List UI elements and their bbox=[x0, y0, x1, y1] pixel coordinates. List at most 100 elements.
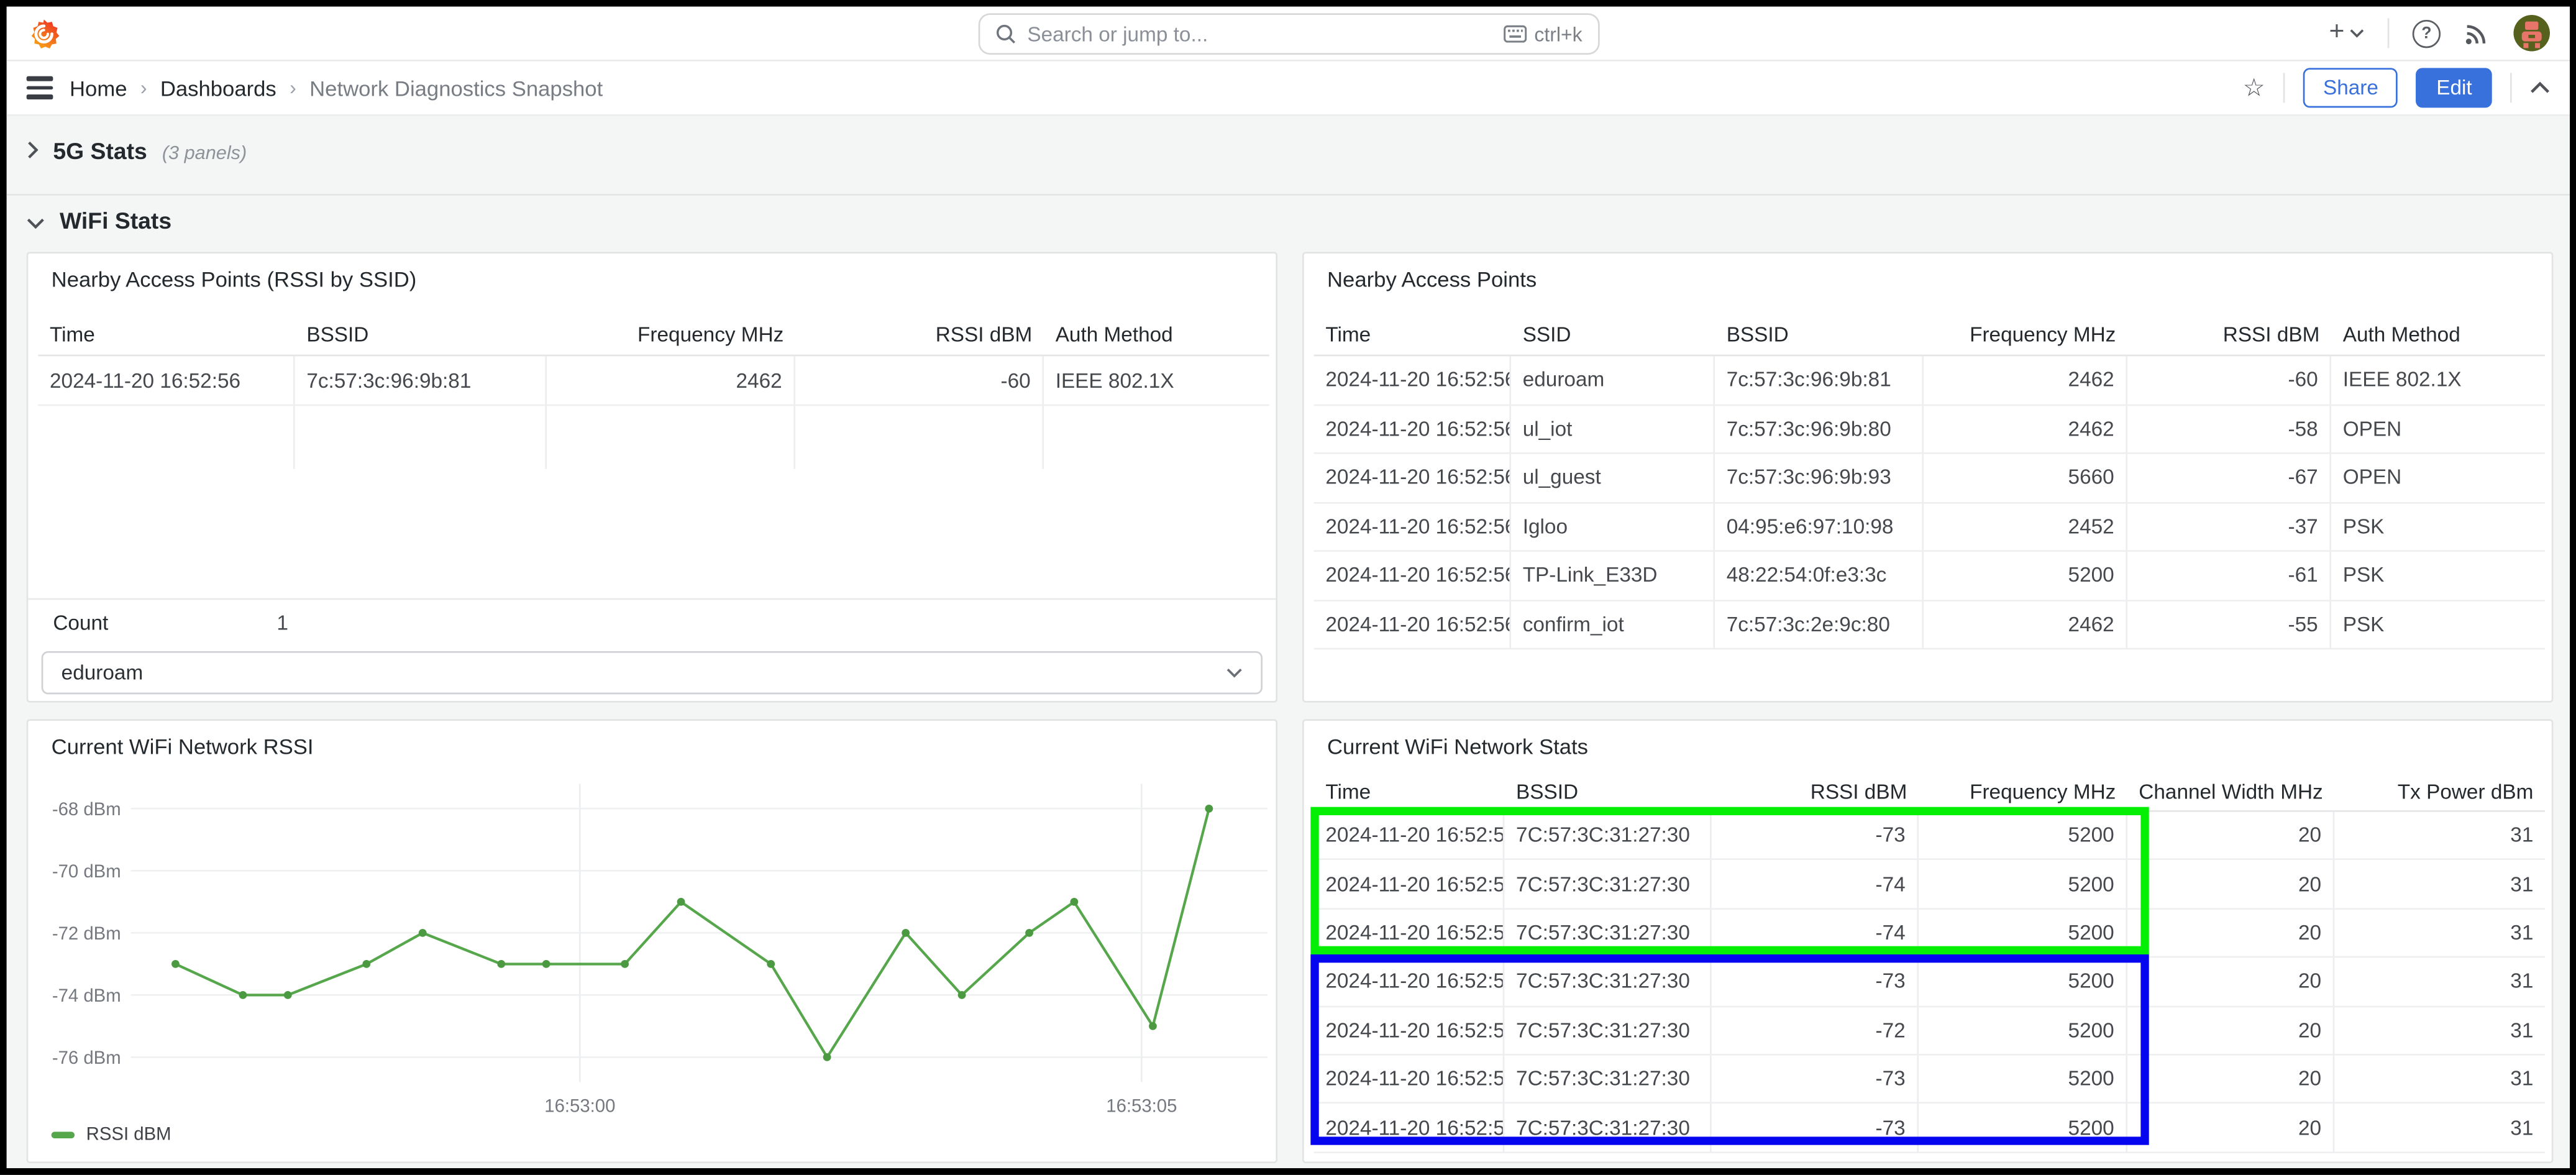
column-header[interactable]: Frequency MHz bbox=[547, 313, 795, 356]
column-header[interactable]: RSSI dBM bbox=[1712, 774, 1919, 812]
column-header[interactable]: BSSID bbox=[295, 313, 547, 356]
table-cell: 2024-11-20 16:52:56.2 bbox=[1314, 356, 1511, 405]
column-header[interactable]: Auth Method bbox=[1044, 313, 1269, 356]
table-cell: 2024-11-20 16:52:56.2 bbox=[1314, 552, 1511, 601]
edit-button[interactable]: Edit bbox=[2416, 68, 2492, 107]
keyboard-icon bbox=[1504, 25, 1527, 43]
svg-text:16:53:00: 16:53:00 bbox=[544, 1095, 615, 1116]
breadcrumb-current: Network Diagnostics Snapshot bbox=[309, 75, 603, 100]
table-cell: 5200 bbox=[1919, 1056, 2127, 1104]
table-cell: 20 bbox=[2127, 958, 2334, 1007]
breadcrumb-home[interactable]: Home bbox=[70, 75, 127, 100]
row-title[interactable]: 5G Stats bbox=[53, 137, 147, 164]
svg-text:-70 dBm: -70 dBm bbox=[52, 861, 121, 882]
share-button[interactable]: Share bbox=[2303, 68, 2398, 107]
table-cell: IEEE 802.1X bbox=[1044, 356, 1269, 406]
column-header[interactable]: Auth Method bbox=[2331, 313, 2545, 356]
column-header[interactable]: Tx Power dBm bbox=[2334, 774, 2545, 812]
app-window: Search or jump to... ctrl+k + ? Home › D… bbox=[0, 0, 2576, 1175]
column-header[interactable]: Time bbox=[38, 313, 295, 356]
column-header[interactable]: Channel Width MHz bbox=[2127, 774, 2334, 812]
table-cell: 20 bbox=[2127, 1007, 2334, 1055]
table-cell: 31 bbox=[2334, 1056, 2545, 1104]
table-cell: -61 bbox=[2127, 552, 2331, 601]
menu-hamburger-icon[interactable] bbox=[27, 76, 53, 99]
column-header[interactable]: BSSID bbox=[1715, 313, 1924, 356]
search-placeholder: Search or jump to... bbox=[1027, 22, 1208, 45]
table: TimeSSIDBSSIDFrequency MHzRSSI dBMAuth M… bbox=[1314, 313, 2542, 649]
panel-title[interactable]: Nearby Access Points bbox=[1304, 254, 2552, 306]
table-cell: -37 bbox=[2127, 503, 2331, 552]
table-cell: 2462 bbox=[1924, 356, 2127, 405]
column-header[interactable]: BSSID bbox=[1504, 774, 1711, 812]
svg-text:16:53:05: 16:53:05 bbox=[1106, 1095, 1177, 1116]
table-cell: 5200 bbox=[1919, 1104, 2127, 1153]
svg-text:-76 dBm: -76 dBm bbox=[52, 1048, 121, 1068]
collapse-chevron-up-icon[interactable] bbox=[2530, 81, 2550, 94]
divider bbox=[2510, 73, 2512, 103]
new-dashboard-button[interactable]: + bbox=[2329, 18, 2364, 48]
table-cell: 2024-11-20 16:52:56.2 bbox=[1314, 503, 1511, 552]
table-cell: -67 bbox=[2127, 454, 2331, 503]
table-cell: 5200 bbox=[1919, 1007, 2127, 1055]
ssid-select-dropdown[interactable]: eduroam bbox=[42, 651, 1263, 694]
table-cell: 31 bbox=[2334, 909, 2545, 958]
row-5g-stats[interactable]: 5G Stats (3 panels) bbox=[27, 137, 247, 164]
table: TimeBSSIDFrequency MHzRSSI dBMAuth Metho… bbox=[38, 313, 1266, 469]
empty-cell bbox=[547, 406, 795, 469]
table: TimeBSSIDRSSI dBMFrequency MHzChannel Wi… bbox=[1314, 774, 2542, 1153]
column-header[interactable]: RSSI dBM bbox=[795, 313, 1044, 356]
empty-cell bbox=[1044, 406, 1269, 469]
table-cell: -55 bbox=[2127, 601, 2331, 650]
column-header[interactable]: Time bbox=[1314, 774, 1505, 812]
panel-nearby-rssi-by-ssid: Nearby Access Points (RSSI by SSID) Time… bbox=[27, 252, 1277, 702]
table-cell: -60 bbox=[795, 356, 1044, 406]
breadcrumb-dashboards[interactable]: Dashboards bbox=[160, 75, 276, 100]
row-title[interactable]: WiFi Stats bbox=[60, 207, 171, 234]
table-cell: -60 bbox=[2127, 356, 2331, 405]
table-cell: 7c:57:3c:96:9b:80 bbox=[1715, 405, 1924, 454]
panel-current-wifi-stats: Current WiFi Network Stats TimeBSSIDRSSI… bbox=[1302, 719, 2553, 1163]
table-cell: 7C:57:3C:31:27:30 bbox=[1504, 812, 1711, 861]
panel-rssi-chart: Current WiFi Network RSSI -68 dBm-70 dBm… bbox=[27, 719, 1277, 1163]
divider bbox=[2388, 18, 2390, 48]
table-cell: OPEN bbox=[2331, 405, 2545, 454]
table-cell: -74 bbox=[1712, 861, 1919, 909]
top-bar: Search or jump to... ctrl+k + ? bbox=[7, 7, 2570, 62]
shortcut-label: ctrl+k bbox=[1534, 22, 1582, 45]
row-wifi-stats[interactable]: WiFi Stats bbox=[27, 207, 171, 234]
legend-swatch bbox=[52, 1132, 75, 1138]
column-header[interactable]: SSID bbox=[1511, 313, 1715, 356]
chart-legend[interactable]: RSSI dBM bbox=[52, 1125, 171, 1145]
table-cell: 20 bbox=[2127, 861, 2334, 909]
table-cell: Igloo bbox=[1511, 503, 1715, 552]
column-header[interactable]: Frequency MHz bbox=[1924, 313, 2127, 356]
divider bbox=[2283, 73, 2285, 103]
search-input[interactable]: Search or jump to... ctrl+k bbox=[977, 13, 1599, 55]
table-cell: 7C:57:3C:31:27:30 bbox=[1504, 1056, 1711, 1104]
column-header[interactable]: Frequency MHz bbox=[1919, 774, 2127, 812]
table-cell: 2024-11-20 16:52:57.4 bbox=[1314, 909, 1505, 958]
table-cell: 2462 bbox=[1924, 405, 2127, 454]
search-icon bbox=[994, 23, 1016, 45]
help-icon[interactable]: ? bbox=[2413, 19, 2441, 47]
table-cell: 7c:57:3c:2e:9c:80 bbox=[1715, 601, 1924, 650]
column-header[interactable]: RSSI dBM bbox=[2127, 313, 2331, 356]
user-avatar[interactable] bbox=[2513, 15, 2550, 52]
favorite-star-icon[interactable]: ☆ bbox=[2243, 75, 2265, 100]
table-cell: PSK bbox=[2331, 552, 2545, 601]
news-rss-icon[interactable] bbox=[2464, 20, 2490, 47]
table-cell: 31 bbox=[2334, 1007, 2545, 1055]
table-cell: OPEN bbox=[2331, 454, 2545, 503]
table-cell: 2024-11-20 16:52:56 bbox=[38, 356, 295, 406]
table-cell: 7c:57:3c:96:9b:81 bbox=[295, 356, 547, 406]
grafana-logo-icon[interactable] bbox=[27, 16, 62, 50]
empty-cell bbox=[38, 406, 295, 469]
breadcrumb-separator: › bbox=[290, 76, 296, 99]
table-cell: 2024-11-20 16:52:56.2 bbox=[1314, 601, 1511, 650]
column-header[interactable]: Time bbox=[1314, 313, 1511, 356]
table-cell: 2024-11-20 16:52:58.1 bbox=[1314, 958, 1505, 1007]
panel-title[interactable]: Nearby Access Points (RSSI by SSID) bbox=[28, 254, 1276, 306]
panel-title[interactable]: Current WiFi Network Stats bbox=[1304, 721, 2552, 774]
rssi-line-chart[interactable]: -68 dBm-70 dBm-72 dBm-74 dBm-76 dBm16:53… bbox=[28, 721, 1277, 1163]
